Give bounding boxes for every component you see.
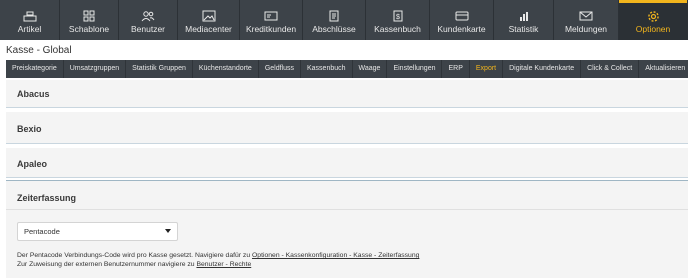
subnav-item-einstellungen[interactable]: Einstellungen	[387, 60, 443, 78]
kassenkonfiguration-link[interactable]: Optionen - Kassenkonfiguration - Kasse -…	[252, 252, 419, 259]
info-text-benutzernummer: Zur Zuweisung der externen Benutzernumme…	[17, 261, 251, 268]
nav-item-statistik[interactable]: Statistik	[494, 0, 554, 40]
nav-item-benutzer[interactable]: Benutzer	[119, 0, 178, 40]
nav-item-artikel[interactable]: Artikel	[0, 0, 60, 40]
users-icon	[141, 10, 155, 22]
section-title: Abacus	[17, 89, 50, 99]
image-icon	[202, 10, 216, 22]
subnav-item-kassenbuch[interactable]: Kassenbuch	[301, 60, 353, 78]
nav-item-kassenbuch[interactable]: $ Kassenbuch	[366, 0, 430, 40]
grid-icon	[82, 10, 96, 22]
select-value: Pentacode	[24, 227, 60, 236]
section-zeiterfassung: Zeiterfassung Pentacode Der Pentacode Ve…	[6, 180, 688, 278]
info-text: Zur Zuweisung der externen Benutzernumme…	[17, 261, 197, 268]
bar-chart-icon	[517, 10, 531, 22]
nav-item-optionen[interactable]: Optionen	[619, 0, 688, 40]
card-icon	[455, 10, 469, 22]
nav-label: Artikel	[17, 24, 42, 34]
top-navigation: Artikel Schablone Benutzer Mediacenter K…	[0, 0, 688, 40]
nav-item-meldungen[interactable]: Meldungen	[554, 0, 619, 40]
nav-label: Statistik	[508, 24, 539, 34]
subnav-item-statistik-gruppen[interactable]: Statistik Gruppen	[126, 60, 193, 78]
nav-label: Abschlüsse	[312, 24, 356, 34]
section-title: Bexio	[17, 124, 42, 134]
section-title: Apaleo	[17, 159, 48, 169]
nav-label: Meldungen	[564, 24, 608, 34]
nav-item-mediacenter[interactable]: Mediacenter	[178, 0, 240, 40]
subnav-item-erp[interactable]: ERP	[442, 60, 470, 78]
provider-select[interactable]: Pentacode	[17, 222, 178, 241]
svg-text:$: $	[396, 14, 400, 21]
nav-item-kreditkunden[interactable]: Kreditkunden	[240, 0, 303, 40]
section-bexio[interactable]: Bexio	[6, 112, 688, 144]
id-card-icon	[264, 10, 278, 22]
envelope-icon	[579, 10, 593, 22]
section-apaleo[interactable]: Apaleo	[6, 148, 688, 178]
subnav-item-aktualisieren[interactable]: Aktualisieren	[639, 60, 688, 78]
subnav-item-preiskategorie[interactable]: Preiskategorie	[6, 60, 64, 78]
gear-icon	[646, 10, 660, 22]
chevron-down-icon	[165, 229, 171, 233]
nav-label: Benutzer	[130, 24, 166, 34]
nav-label: Kreditkunden	[245, 24, 297, 34]
divider	[6, 209, 688, 210]
page-title: Kasse - Global	[6, 45, 72, 56]
info-text-verbindungscode: Der Pentacode Verbindungs-Code wird pro …	[17, 252, 419, 259]
subnav-item-kuechenstandorte[interactable]: Küchenstandorte	[193, 60, 259, 78]
book-icon: $	[391, 10, 405, 22]
subnav-item-export[interactable]: Export	[470, 60, 504, 78]
subnav-item-geldfluss[interactable]: Geldfluss	[259, 60, 301, 78]
nav-item-kundenkarte[interactable]: Kundenkarte	[430, 0, 494, 40]
benutzer-rechte-link[interactable]: Benutzer - Rechte	[196, 261, 251, 268]
section-abacus[interactable]: Abacus	[6, 80, 688, 108]
subnav-item-umsatzgruppen[interactable]: Umsatzgruppen	[64, 60, 127, 78]
info-text: Der Pentacode Verbindungs-Code wird pro …	[17, 252, 253, 259]
subnav-item-waage[interactable]: Waage	[353, 60, 388, 78]
nav-item-schablone[interactable]: Schablone	[60, 0, 119, 40]
sub-navigation: Preiskategorie Umsatzgruppen Statistik G…	[6, 60, 688, 78]
nav-label: Optionen	[635, 24, 671, 34]
nav-label: Kundenkarte	[437, 24, 486, 34]
nav-label: Kassenbuch	[374, 24, 421, 34]
subnav-item-digitale-kundenkarte[interactable]: Digitale Kundenkarte	[503, 60, 582, 78]
section-title[interactable]: Zeiterfassung	[17, 193, 76, 203]
subnav-item-click-collect[interactable]: Click & Collect	[581, 60, 640, 78]
nav-item-abschluesse[interactable]: Abschlüsse	[303, 0, 366, 40]
document-icon	[327, 10, 341, 22]
nav-label: Schablone	[68, 24, 110, 34]
nav-label: Mediacenter	[185, 24, 232, 34]
cash-register-icon	[23, 10, 37, 22]
